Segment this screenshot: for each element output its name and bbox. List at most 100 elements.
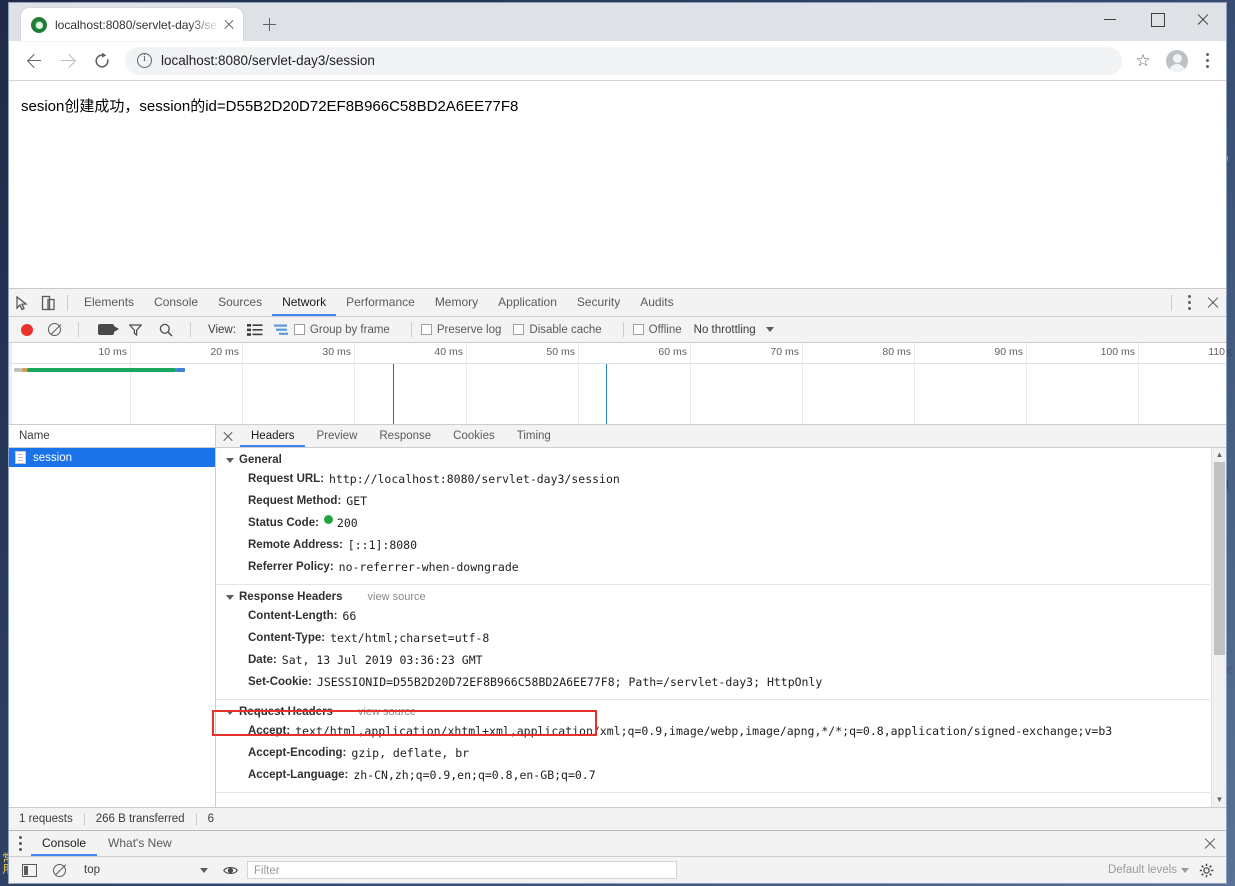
list-view-icon[interactable] [246, 323, 263, 337]
disable-cache-checkbox[interactable]: Disable cache [513, 324, 602, 336]
avatar[interactable] [1166, 49, 1188, 72]
drawer-tab-whats-new[interactable]: What's New [97, 831, 183, 856]
tab-audits[interactable]: Audits [630, 289, 683, 316]
list-item[interactable]: session [9, 448, 215, 467]
section-header[interactable]: General [216, 452, 1210, 468]
reload-icon[interactable] [85, 44, 119, 78]
clear-icon[interactable] [48, 323, 61, 336]
divider [83, 812, 85, 826]
view-source-link[interactable]: view source [368, 591, 426, 603]
log-levels-select[interactable]: Default levels [1108, 864, 1189, 876]
header-row: Status Code: 200 [216, 512, 1210, 534]
triangle-down-icon[interactable] [226, 709, 234, 715]
triangle-down-icon[interactable] [226, 457, 234, 463]
toggle-device-toolbar-icon[interactable] [35, 290, 61, 316]
drawer-tabbar: Console What's New [9, 831, 1226, 857]
section-header[interactable]: Request Headers view source [216, 704, 1210, 720]
header-key: Set-Cookie: [248, 675, 312, 688]
devtools-tabbar-right [1165, 289, 1226, 316]
chevron-down-icon[interactable] [765, 327, 774, 332]
search-icon[interactable] [159, 323, 173, 337]
status-ok-icon [323, 514, 333, 524]
live-expression-icon[interactable] [223, 863, 238, 878]
site-info-icon[interactable] [137, 52, 152, 68]
section-header[interactable]: Response Headers view source [216, 589, 1210, 605]
close-icon[interactable] [221, 17, 237, 33]
tab-memory[interactable]: Memory [425, 289, 488, 316]
tab-preview[interactable]: Preview [305, 425, 368, 447]
clear-console-icon[interactable] [53, 863, 66, 877]
filter-icon[interactable] [128, 323, 143, 336]
detail-tabbar: Headers Preview Response Cookies Timing [216, 425, 1226, 448]
address-bar[interactable]: localhost:8080/servlet-day3/session [125, 46, 1122, 75]
tab-console[interactable]: Console [144, 289, 208, 316]
browser-tab[interactable]: localhost:8080/servlet-day3/se [21, 8, 243, 41]
close-drawer-icon[interactable] [1198, 831, 1222, 856]
chevron-down-icon[interactable] [200, 867, 208, 873]
header-key: Accept-Encoding: [248, 746, 347, 759]
inspect-element-icon[interactable] [9, 290, 35, 316]
close-window-button[interactable] [1180, 3, 1226, 35]
scroll-down-icon[interactable]: ▼ [1212, 793, 1226, 807]
chevron-down-icon[interactable] [1181, 867, 1189, 873]
tab-network[interactable]: Network [272, 289, 336, 316]
request-list-header[interactable]: Name [9, 425, 215, 448]
header-value: GET [346, 493, 368, 508]
network-overview-timeline[interactable]: 10 ms 20 ms 30 ms 40 ms 50 ms 60 ms 70 m… [9, 343, 1226, 425]
new-tab-button[interactable] [255, 10, 283, 38]
tab-application[interactable]: Application [488, 289, 567, 316]
header-row: Request Method: GET [216, 490, 1210, 512]
chrome-menu-icon[interactable] [1196, 46, 1218, 76]
scroll-up-icon[interactable]: ▲ [1212, 448, 1226, 462]
tab-response[interactable]: Response [368, 425, 442, 447]
overview-tick: 60 ms [658, 346, 687, 358]
drawer-tab-console[interactable]: Console [31, 831, 97, 856]
tab-performance[interactable]: Performance [336, 289, 425, 316]
record-icon[interactable] [21, 323, 33, 336]
scrollbar-thumb[interactable] [1214, 462, 1225, 655]
group-by-frame-checkbox[interactable]: Group by frame [293, 324, 390, 336]
tab-sources[interactable]: Sources [208, 289, 272, 316]
bookmark-star-icon[interactable]: ☆ [1128, 46, 1158, 76]
waterfall-view-icon[interactable] [273, 323, 289, 337]
request-bar-queue [14, 368, 22, 372]
overview-tick: 100 ms [1100, 346, 1135, 358]
console-filter-input[interactable]: Filter [247, 861, 677, 879]
tab-timing[interactable]: Timing [506, 425, 562, 447]
tab-title: localhost:8080/servlet-day3/se [55, 17, 218, 32]
header-value[interactable]: http://localhost:8080/servlet-day3/sessi… [329, 471, 620, 488]
offline-checkbox[interactable]: Offline [632, 324, 682, 336]
back-icon[interactable] [17, 44, 51, 78]
header-row: Accept-Encoding: gzip, deflate, br [216, 742, 1210, 764]
forward-icon[interactable] [51, 44, 85, 78]
console-sidebar-icon[interactable] [22, 863, 37, 877]
divider [190, 322, 191, 337]
checkbox[interactable] [632, 324, 644, 335]
drawer-menu-icon[interactable] [9, 831, 31, 856]
tab-cookies[interactable]: Cookies [442, 425, 506, 447]
capture-screenshots-icon[interactable] [98, 324, 119, 335]
execution-context-select[interactable]: top [84, 864, 214, 876]
close-devtools-icon[interactable] [1200, 290, 1226, 316]
log-levels-value: Default levels [1107, 864, 1177, 876]
checkbox[interactable] [293, 324, 305, 335]
tab-headers[interactable]: Headers [240, 425, 305, 447]
checkbox[interactable] [420, 324, 432, 335]
gear-icon[interactable] [1199, 863, 1214, 878]
tab-security[interactable]: Security [567, 289, 630, 316]
request-detail-panel: Headers Preview Response Cookies Timing … [216, 425, 1226, 807]
preserve-log-label: Preserve log [436, 323, 502, 336]
headers-scrollbar[interactable]: ▲ ▼ [1211, 448, 1226, 807]
minimize-button[interactable] [1088, 3, 1134, 35]
close-detail-icon[interactable] [216, 425, 240, 447]
preserve-log-checkbox[interactable]: Preserve log [420, 323, 502, 336]
devtools-menu-icon[interactable] [1178, 288, 1200, 318]
tab-elements[interactable]: Elements [74, 289, 144, 316]
checkbox[interactable] [513, 324, 525, 335]
view-source-link[interactable]: view source [358, 706, 416, 718]
throttling-select[interactable]: No throttling [694, 324, 756, 336]
triangle-down-icon[interactable] [226, 594, 234, 600]
header-value: 66 [342, 608, 357, 623]
header-value: [::1]:8080 [347, 537, 418, 552]
maximize-button[interactable] [1134, 3, 1180, 35]
